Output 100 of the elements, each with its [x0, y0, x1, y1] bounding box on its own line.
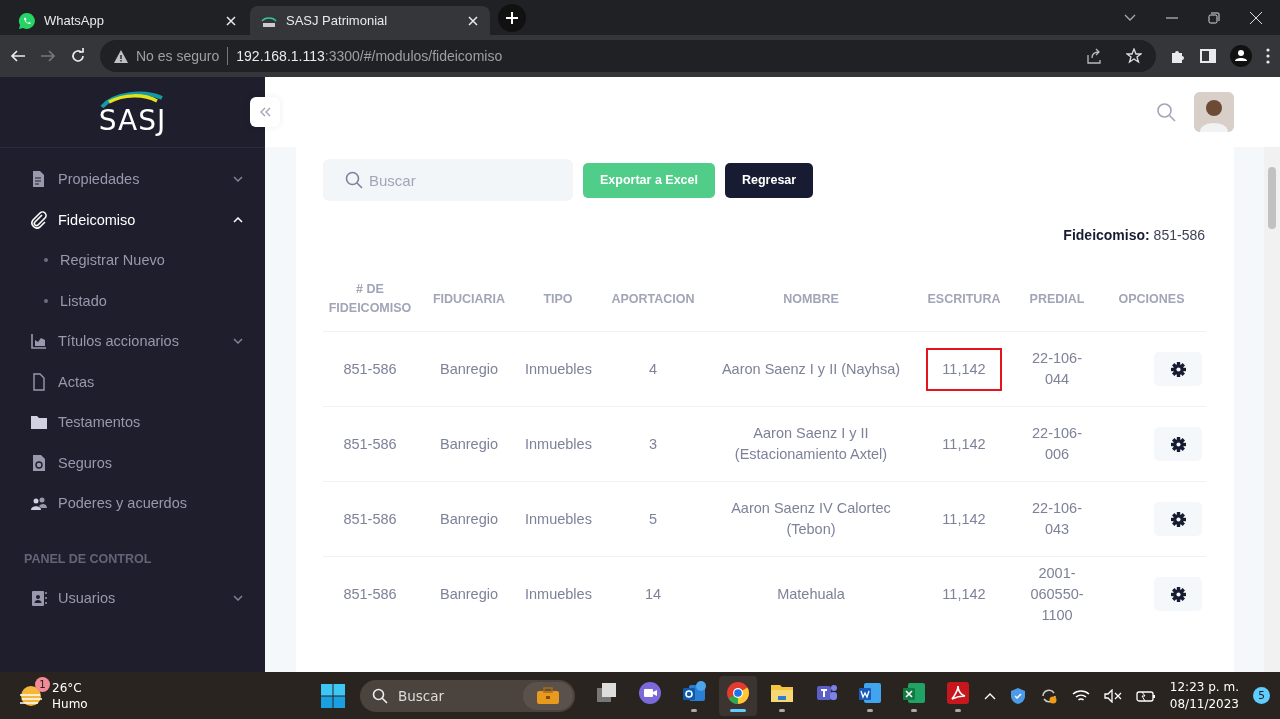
muted-speaker-icon[interactable]: [1103, 688, 1122, 703]
table-cell: 11,142: [942, 510, 986, 527]
close-icon[interactable]: [224, 13, 238, 28]
taskbar-app[interactable]: [719, 675, 757, 716]
search-icon: [372, 687, 388, 704]
weather-condition: Humo: [52, 695, 88, 712]
column-header: PREDIAL: [1029, 291, 1085, 306]
sidebar-item[interactable]: Fideicomiso: [0, 199, 265, 240]
close-icon[interactable]: [466, 13, 480, 28]
windows-logo-icon[interactable]: [320, 682, 346, 709]
folder-icon: [30, 413, 48, 432]
sidebar-item[interactable]: Poderes y acuerdos: [0, 483, 265, 524]
table-cell: Inmuebles: [525, 510, 592, 527]
column-header: APORTACION: [611, 291, 695, 306]
options-button[interactable]: [1154, 427, 1202, 461]
close-icon[interactable]: [1250, 11, 1262, 24]
table-cell-text: 22-106-043: [1031, 499, 1083, 539]
file-icon: [30, 372, 48, 391]
settings-icon: [1170, 436, 1186, 452]
share-icon[interactable]: [1086, 48, 1102, 64]
summary-text: Fideicomiso: 851-586: [1062, 227, 1205, 243]
clip-icon: [30, 210, 48, 229]
table-cell-text: 22-106-044: [1031, 349, 1083, 389]
chart-icon: [30, 332, 48, 351]
column-header: # DE FIDEICOMISO: [328, 282, 412, 315]
submenu-item[interactable]: Registrar Nuevo: [0, 240, 265, 281]
sidebar-item[interactable]: Usuarios: [0, 577, 265, 618]
search-icon: [345, 171, 363, 189]
highlighted-cell: 11,142: [926, 347, 1002, 391]
security-label: No es seguro: [136, 48, 220, 64]
logo-text: SASJ: [98, 108, 167, 134]
back-arrow-icon[interactable]: [10, 48, 26, 64]
section-heading: PANEL DE CONTROL: [23, 550, 153, 568]
contacts-icon: [30, 588, 48, 607]
settings-icon: [1170, 361, 1186, 377]
pdf-icon: [945, 679, 971, 706]
chevron-down-icon[interactable]: [1124, 13, 1136, 22]
table-cell: 11,142: [942, 585, 986, 602]
table-cell: 851-586: [343, 360, 397, 377]
sidebar-item[interactable]: Títulos accionarios: [0, 321, 265, 362]
wifi-icon[interactable]: [1071, 688, 1090, 703]
column-header: ESCRITURA: [927, 291, 1001, 306]
table-cell: 14: [644, 585, 662, 602]
table-cell: Matehuala: [777, 585, 845, 602]
column-header: NOMBRE: [783, 291, 839, 306]
back-button[interactable]: Regresar: [724, 162, 814, 198]
sidebar-item[interactable]: Propiedades: [0, 159, 265, 200]
restore-icon[interactable]: [1208, 11, 1220, 24]
column-header: OPCIONES: [1118, 291, 1185, 306]
table-cell-text: 2001-060550-1100: [1029, 563, 1085, 625]
menu-icon[interactable]: [1266, 48, 1270, 64]
table-cell: 11,142: [942, 435, 986, 452]
battery-icon[interactable]: [1135, 688, 1156, 703]
sidebar-item[interactable]: Actas: [0, 361, 265, 402]
table-cell: Banregio: [439, 510, 498, 527]
meet-icon: [637, 679, 663, 706]
chevron-up-icon[interactable]: [983, 691, 996, 700]
chat-bubble-icon: [18, 11, 36, 30]
url-text: 192.168.1.113:3300/#/modulos/fideicomiso: [236, 48, 503, 64]
scrollbar-thumb[interactable]: [1268, 167, 1276, 229]
clock-date[interactable]: 08/11/2023: [1169, 695, 1239, 713]
profile-icon[interactable]: [1230, 45, 1252, 67]
table-cell: 851-586: [343, 510, 397, 527]
shield-icon[interactable]: [1009, 686, 1026, 705]
puzzle-icon[interactable]: [1170, 48, 1186, 64]
table-cell: 5: [648, 510, 658, 527]
table-cell: Banregio: [439, 360, 498, 377]
settings-icon: [1170, 511, 1186, 527]
browser-tab[interactable]: SASJ Patrimonial: [250, 6, 490, 35]
search-field[interactable]: Buscar: [323, 159, 573, 201]
table-cell: 851-586: [343, 585, 397, 602]
settings-icon: [1170, 586, 1186, 602]
forward-arrow-icon[interactable]: [40, 48, 56, 64]
warning-icon: [114, 49, 128, 63]
notification-badge[interactable]: 5: [1253, 687, 1270, 704]
double-chevron-left-icon: [259, 107, 271, 117]
browser-tab[interactable]: WhatsApp: [8, 6, 248, 35]
refresh-doc-icon: [30, 453, 48, 472]
sidebar-item[interactable]: Testamentos: [0, 402, 265, 443]
taskbar-search[interactable]: Buscar: [360, 679, 575, 712]
table-cell: Banregio: [439, 435, 498, 452]
chrome-icon: [725, 679, 751, 706]
side-panel-icon[interactable]: [1200, 48, 1216, 64]
options-button[interactable]: [1154, 502, 1202, 536]
temperature-text: 26°C: [52, 679, 83, 696]
avatar[interactable]: [1194, 92, 1234, 132]
column-header: FIDUCIARIA: [432, 291, 506, 306]
table-cell: 4: [648, 360, 658, 377]
submenu-item[interactable]: Listado: [0, 280, 265, 321]
sidebar-item[interactable]: Seguros: [0, 442, 265, 483]
plus-icon[interactable]: [505, 11, 519, 25]
options-button[interactable]: [1154, 352, 1202, 386]
address-bar[interactable]: No es seguro 192.168.1.113:3300/#/modulos/fideicomiso: [100, 40, 1156, 72]
table-cell: Inmuebles: [525, 585, 592, 602]
minimize-icon[interactable]: [1166, 16, 1178, 19]
table-cell: Inmuebles: [525, 360, 592, 377]
options-button[interactable]: [1154, 577, 1202, 612]
reload-icon[interactable]: [70, 48, 86, 64]
clock-time[interactable]: 12:23 p. m.: [1169, 678, 1239, 696]
star-icon[interactable]: [1126, 48, 1142, 64]
